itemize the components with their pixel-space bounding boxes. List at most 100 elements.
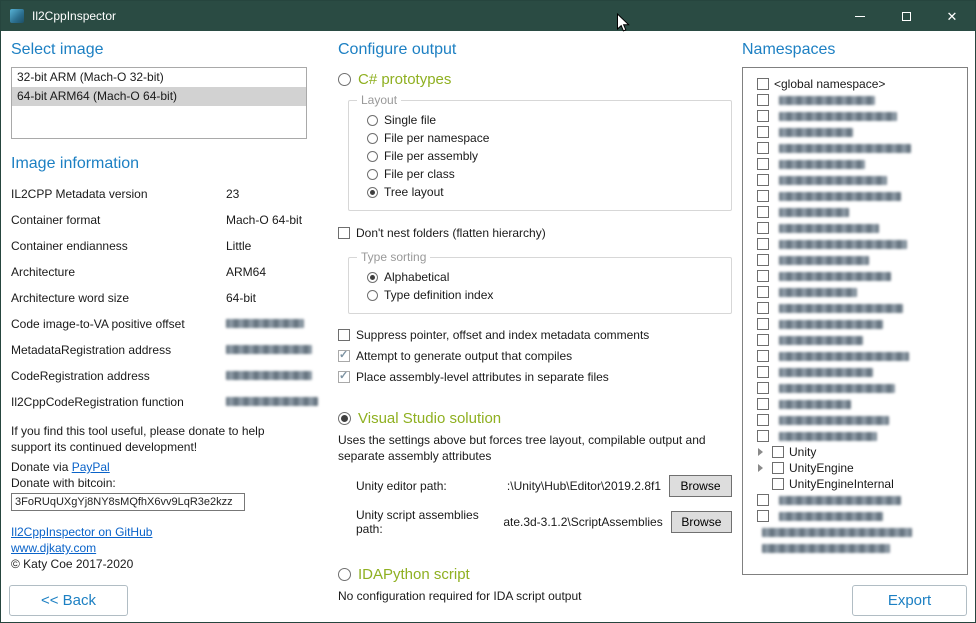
browse-editor-path-button[interactable]: Browse	[669, 475, 732, 497]
expander-icon[interactable]	[757, 476, 767, 492]
namespace-checkbox[interactable]	[757, 190, 769, 202]
namespace-row[interactable]	[747, 204, 963, 220]
namespace-checkbox[interactable]	[757, 510, 769, 522]
namespace-row[interactable]	[747, 284, 963, 300]
namespace-checkbox[interactable]	[757, 222, 769, 234]
browse-script-path-button[interactable]: Browse	[671, 511, 732, 533]
namespace-checkbox[interactable]	[757, 254, 769, 266]
layout-option-label: Single file	[384, 113, 436, 127]
unity-editor-path-label: Unity editor path:	[356, 479, 447, 493]
namespace-checkbox[interactable]	[757, 382, 769, 394]
namespace-checkbox[interactable]	[757, 398, 769, 410]
namespace-row[interactable]	[747, 220, 963, 236]
namespace-row[interactable]	[747, 252, 963, 268]
namespace-checkbox[interactable]	[757, 302, 769, 314]
donate-bitcoin-label: Donate with bitcoin:	[11, 475, 307, 491]
namespace-row[interactable]	[747, 492, 963, 508]
info-label: CodeRegistration address	[11, 369, 150, 383]
namespace-checkbox[interactable]	[772, 462, 784, 474]
namespace-checkbox[interactable]	[757, 174, 769, 186]
namespace-row[interactable]	[747, 380, 963, 396]
namespace-row[interactable]	[747, 156, 963, 172]
namespace-checkbox[interactable]	[757, 430, 769, 442]
minimize-button[interactable]	[837, 1, 883, 31]
namespace-row[interactable]	[747, 268, 963, 284]
namespace-row[interactable]	[747, 540, 963, 556]
layout-option[interactable]: File per assembly	[367, 149, 721, 163]
bitcoin-address-input[interactable]	[11, 493, 245, 511]
namespace-checkbox[interactable]	[757, 334, 769, 346]
type-sorting-option[interactable]: Alphabetical	[367, 270, 721, 284]
output-option-checkbox[interactable]: Attempt to generate output that compiles	[338, 349, 732, 363]
namespace-checkbox[interactable]	[757, 414, 769, 426]
namespace-checkbox[interactable]	[757, 366, 769, 378]
back-button[interactable]: << Back	[9, 585, 128, 616]
namespace-label: <global namespace>	[774, 77, 885, 91]
layout-option[interactable]: File per namespace	[367, 131, 721, 145]
namespace-row[interactable]	[747, 300, 963, 316]
github-link[interactable]: Il2CppInspector on GitHub	[11, 524, 307, 540]
flatten-hierarchy-checkbox[interactable]: Don't nest folders (flatten hierarchy)	[338, 226, 732, 240]
website-link[interactable]: www.djkaty.com	[11, 540, 307, 556]
namespace-checkbox[interactable]	[757, 94, 769, 106]
namespace-checkbox[interactable]	[772, 446, 784, 458]
namespace-row[interactable]: UnityEngine	[747, 460, 963, 476]
info-label: Container endianness	[11, 239, 128, 253]
layout-option[interactable]: File per class	[367, 167, 721, 181]
output-option-checkbox[interactable]: Suppress pointer, offset and index metad…	[338, 328, 732, 342]
namespace-checkbox[interactable]	[757, 110, 769, 122]
namespace-checkbox[interactable]	[757, 78, 769, 90]
redacted-namespace	[779, 160, 865, 169]
namespace-row[interactable]	[747, 428, 963, 444]
namespace-checkbox[interactable]	[757, 494, 769, 506]
namespace-checkbox[interactable]	[757, 126, 769, 138]
namespace-row[interactable]	[747, 364, 963, 380]
namespace-row[interactable]	[747, 412, 963, 428]
namespace-checkbox[interactable]	[757, 206, 769, 218]
output-option-checkbox[interactable]: Place assembly-level attributes in separ…	[338, 370, 732, 384]
expander-icon[interactable]	[757, 460, 767, 476]
namespace-checkbox[interactable]	[757, 270, 769, 282]
visual-studio-solution-radio[interactable]: Visual Studio solution	[338, 410, 732, 427]
namespace-checkbox[interactable]	[772, 478, 784, 490]
export-button[interactable]: Export	[852, 585, 967, 616]
namespace-row[interactable]	[747, 188, 963, 204]
image-list-item[interactable]: 32-bit ARM (Mach-O 32-bit)	[12, 68, 306, 87]
namespace-checkbox[interactable]	[757, 158, 769, 170]
paypal-link[interactable]: PayPal	[72, 460, 110, 474]
namespace-row[interactable]	[747, 92, 963, 108]
close-button[interactable]: ✕	[929, 1, 975, 31]
maximize-icon	[902, 12, 911, 21]
namespace-row[interactable]	[747, 124, 963, 140]
namespace-row[interactable]	[747, 508, 963, 524]
namespace-checkbox[interactable]	[757, 318, 769, 330]
namespace-row[interactable]: <global namespace>	[747, 76, 963, 92]
namespace-row[interactable]: UnityEngineInternal	[747, 476, 963, 492]
configure-output-heading: Configure output	[338, 41, 732, 59]
layout-option[interactable]: Tree layout	[367, 185, 721, 199]
namespace-row[interactable]	[747, 172, 963, 188]
namespace-row[interactable]: Unity	[747, 444, 963, 460]
namespace-row[interactable]	[747, 236, 963, 252]
expander-icon[interactable]	[757, 444, 767, 460]
layout-option[interactable]: Single file	[367, 113, 721, 127]
namespace-checkbox[interactable]	[757, 350, 769, 362]
namespaces-list: <global namespace>	[742, 67, 968, 575]
namespace-row[interactable]	[747, 348, 963, 364]
namespace-checkbox[interactable]	[757, 238, 769, 250]
namespace-row[interactable]	[747, 524, 963, 540]
csharp-prototypes-radio[interactable]: C# prototypes	[338, 71, 732, 88]
namespace-row[interactable]	[747, 316, 963, 332]
maximize-button[interactable]	[883, 1, 929, 31]
redacted-namespace	[762, 544, 890, 553]
namespace-checkbox[interactable]	[757, 142, 769, 154]
namespace-checkbox[interactable]	[757, 286, 769, 298]
namespace-row[interactable]	[747, 332, 963, 348]
namespace-row[interactable]	[747, 140, 963, 156]
idapython-script-radio[interactable]: IDAPython script	[338, 566, 732, 583]
image-list-item[interactable]: 64-bit ARM64 (Mach-O 64-bit)	[12, 87, 306, 106]
namespace-row[interactable]	[747, 396, 963, 412]
namespace-row[interactable]	[747, 108, 963, 124]
select-image-heading: Select image	[11, 41, 307, 59]
type-sorting-option[interactable]: Type definition index	[367, 288, 721, 302]
